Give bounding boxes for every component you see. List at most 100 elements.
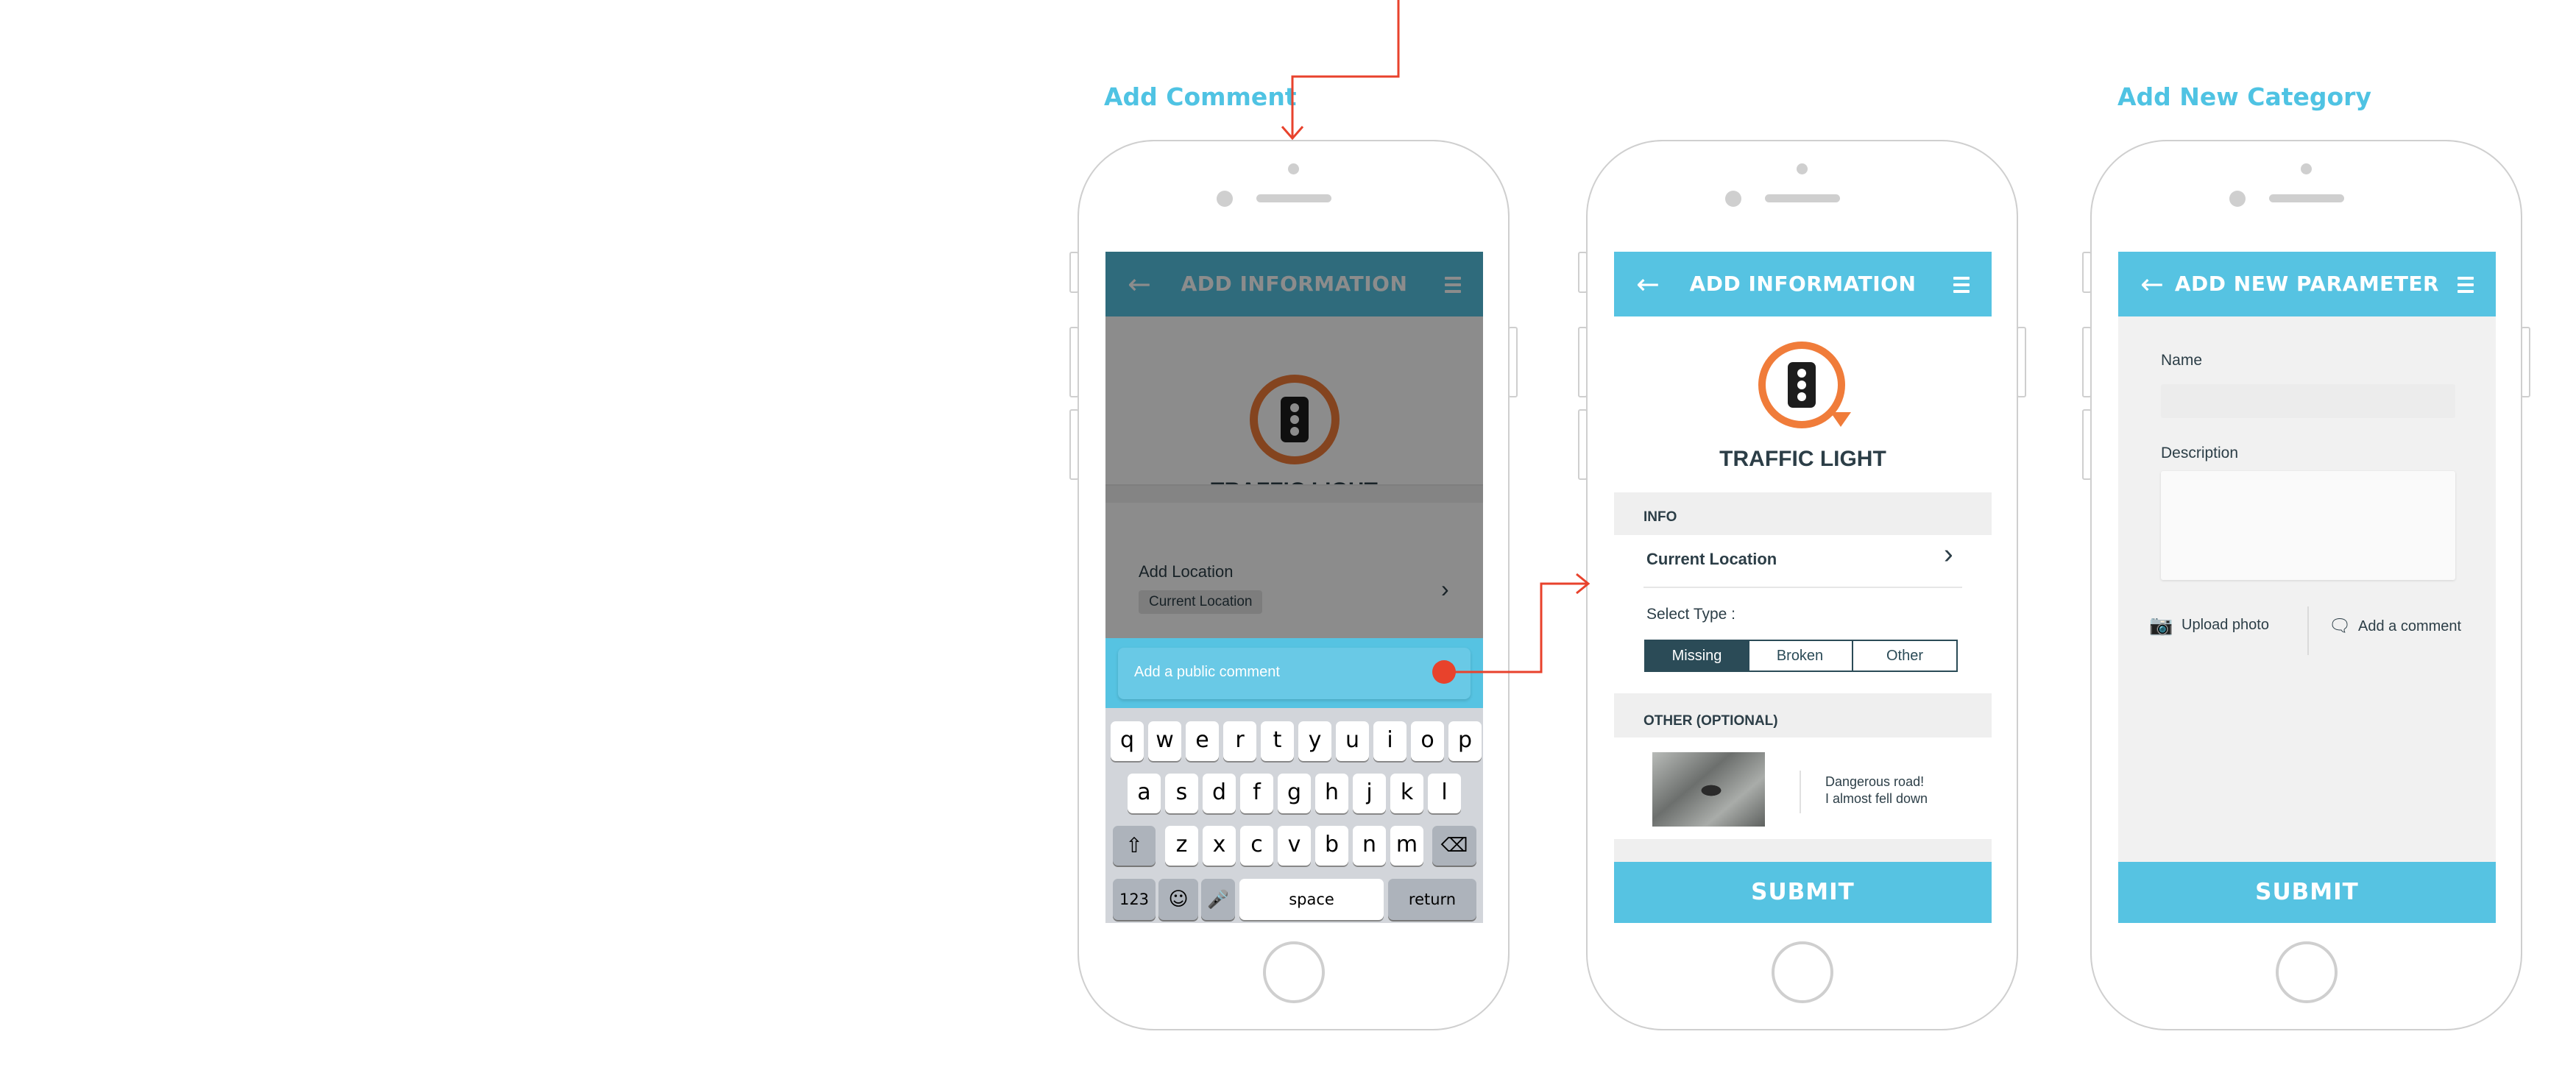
phone-side-button [1069, 327, 1079, 397]
key-h[interactable]: h [1315, 774, 1348, 813]
phone-front-camera [1217, 191, 1233, 207]
key-g[interactable]: g [1278, 774, 1311, 813]
current-location-row[interactable] [1614, 535, 1992, 587]
flow-arrow-top-head [1281, 126, 1304, 141]
upload-photo-button[interactable]: 📷 Upload photo [2149, 612, 2296, 639]
phone-side-button [2521, 327, 2530, 397]
key-r[interactable]: r [1223, 721, 1256, 761]
phone-sensor [1288, 163, 1299, 174]
key-o[interactable]: o [1411, 721, 1444, 761]
emoji-icon[interactable]: ☺ [1158, 879, 1198, 920]
type-option-broken[interactable]: Broken [1748, 640, 1853, 672]
other-section-header: OTHER (OPTIONAL) [1614, 693, 1992, 737]
phone-side-button [2082, 327, 2092, 397]
key-i[interactable]: i [1373, 721, 1406, 761]
key-v[interactable]: v [1278, 826, 1311, 866]
key-m[interactable]: m [1390, 826, 1423, 866]
dim-overlay [1105, 252, 1483, 638]
traffic-light-icon [1758, 342, 1854, 434]
key-j[interactable]: j [1353, 774, 1386, 813]
phone-side-button [2082, 252, 2092, 293]
key-n[interactable]: n [1353, 826, 1386, 866]
key-x[interactable]: x [1203, 826, 1236, 866]
screen-add-new-parameter: ← ADD NEW PARAMETER Name Description 📷 U… [2118, 252, 2496, 923]
key-c[interactable]: c [1240, 826, 1273, 866]
section-spacer [1614, 839, 1992, 862]
description-field[interactable] [2161, 471, 2455, 580]
home-button[interactable] [2276, 941, 2338, 1003]
key-q[interactable]: q [1111, 721, 1144, 761]
flow-arrow-top [1291, 0, 1400, 137]
keyboard: qwertyuiop asdfghjkl zxcvbnm ⇧ ⌫ 123 ☺ 🎤… [1105, 708, 1483, 923]
key-e[interactable]: e [1186, 721, 1219, 761]
pothole-photo[interactable] [1652, 752, 1765, 827]
phone-side-button [1508, 327, 1518, 397]
key-t[interactable]: t [1261, 721, 1294, 761]
numbers-key[interactable]: 123 [1113, 879, 1156, 920]
phone-mockup-add-new-parameter: ← ADD NEW PARAMETER Name Description 📷 U… [2082, 140, 2530, 1030]
app-bar: ← ADD NEW PARAMETER [2118, 252, 2496, 316]
phone-side-button [1578, 409, 1588, 480]
phone-side-button [2082, 409, 2092, 480]
backspace-icon[interactable]: ⌫ [1432, 826, 1476, 866]
key-b[interactable]: b [1315, 826, 1348, 866]
screen-add-information: ← ADD INFORMATION TRAFFIC LIGHT INFO Cur… [1614, 252, 1992, 923]
key-a[interactable]: a [1128, 774, 1161, 813]
phone-front-camera [1725, 191, 1741, 207]
key-k[interactable]: k [1390, 774, 1423, 813]
key-f[interactable]: f [1240, 774, 1273, 813]
description-label: Description [2161, 445, 2239, 461]
info-section-header: INFO [1614, 492, 1992, 535]
phone-side-button [1069, 409, 1079, 480]
phone-mockup-add-comment: ← ADD INFORMATION TRAFFIC LIGHT Add Loca… [1069, 140, 1518, 1030]
return-key[interactable]: return [1388, 879, 1476, 920]
item-title: TRAFFIC LIGHT [1719, 447, 1886, 471]
name-field[interactable] [2161, 384, 2455, 418]
phone-sensor [2301, 163, 2312, 174]
divider [1643, 587, 1962, 588]
shift-icon[interactable]: ⇧ [1113, 826, 1156, 866]
app-bar-title: ADD INFORMATION [1689, 272, 1917, 296]
menu-icon[interactable] [1953, 277, 1970, 297]
divider [1800, 771, 1801, 813]
submit-button[interactable]: SUBMIT [1614, 862, 1992, 923]
type-option-other[interactable]: Other [1853, 640, 1958, 672]
info-header-label: INFO [1643, 509, 1677, 525]
upload-photo-label: Upload photo [2182, 617, 2269, 633]
app-bar: ← ADD INFORMATION [1614, 252, 1992, 316]
space-key[interactable]: space [1239, 879, 1384, 920]
key-p[interactable]: p [1448, 721, 1482, 761]
divider [2307, 606, 2309, 655]
phone-speaker [1765, 194, 1840, 202]
key-z[interactable]: z [1165, 826, 1198, 866]
phone-side-button [1578, 327, 1588, 397]
key-s[interactable]: s [1165, 774, 1198, 813]
home-button[interactable] [1263, 941, 1325, 1003]
key-u[interactable]: u [1336, 721, 1369, 761]
microphone-icon[interactable]: 🎤 [1201, 879, 1235, 920]
page-title-add-comment: Add Comment [1104, 82, 1297, 111]
add-comment-button[interactable]: 🗨 Add a comment [2329, 614, 2491, 640]
phone-side-button [1578, 252, 1588, 293]
type-option-missing[interactable]: Missing [1644, 640, 1749, 672]
comment-input[interactable]: Add a public comment [1118, 648, 1471, 699]
add-comment-label: Add a comment [2358, 618, 2462, 634]
camera-icon: 📷 [2149, 614, 2173, 636]
menu-icon[interactable] [2458, 277, 2474, 297]
key-w[interactable]: w [1148, 721, 1181, 761]
comment-line-1: Dangerous road! [1825, 774, 1925, 789]
screen-add-comment: ← ADD INFORMATION TRAFFIC LIGHT Add Loca… [1105, 252, 1483, 923]
phone-speaker [1256, 194, 1331, 202]
app-bar-title: ADD NEW PARAMETER [2174, 272, 2440, 296]
phone-sensor [1797, 163, 1808, 174]
submit-button[interactable]: SUBMIT [2118, 862, 2496, 923]
phone-side-button [1069, 252, 1079, 293]
key-y[interactable]: y [1298, 721, 1331, 761]
key-l[interactable]: l [1428, 774, 1461, 813]
key-d[interactable]: d [1203, 774, 1236, 813]
home-button[interactable] [1772, 941, 1833, 1003]
comment-line-2: I almost fell down [1825, 791, 1928, 806]
name-label: Name [2161, 352, 2203, 369]
phone-side-button [2017, 327, 2026, 397]
comment-placeholder: Add a public comment [1134, 664, 1280, 680]
